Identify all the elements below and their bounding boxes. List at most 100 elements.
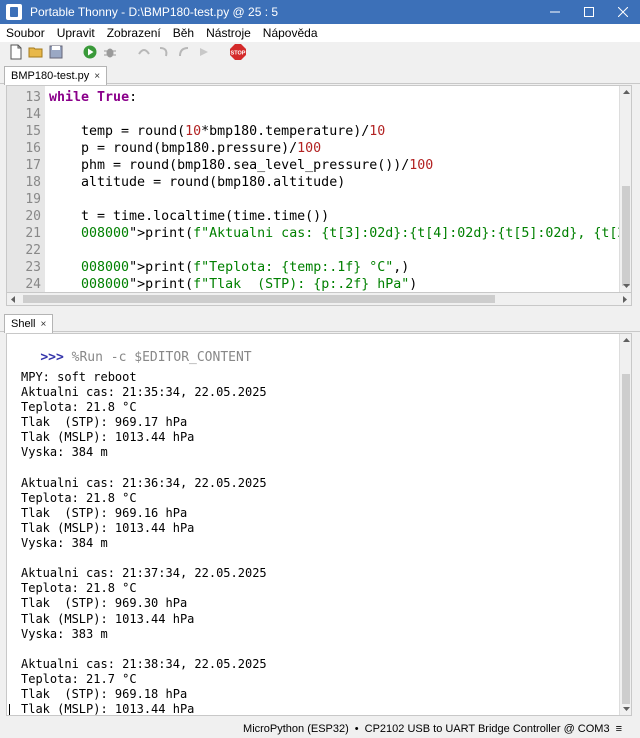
code-text: 008000">print(f"Tlak (STP): {p:.2f} hPa"… (81, 277, 418, 292)
window-title: Portable Thonny - D:\BMP180-test.py @ 25… (30, 5, 279, 19)
shell-command-line: >>> %Run -c $EDITOR_CONTENT (9, 334, 251, 365)
shell-tab-bar: Shell × (0, 312, 640, 333)
shell-scroll-down-icon[interactable] (620, 703, 631, 715)
shell-output-line: Vyska: 384 m (21, 536, 108, 551)
code-lines: 13 while True: 14 15 temp = round(10*bmp180… (7, 89, 631, 292)
code-text: p = round(bmp180.pressure)/100 (49, 141, 322, 156)
code-text: temp = round(10*bmp180.temperature)/10 (49, 124, 386, 139)
open-folder-icon (28, 47, 43, 58)
menu-icon[interactable]: ≡ (616, 723, 622, 735)
shell-prompt: >>> (40, 350, 64, 365)
shell-output-line: Aktualni cas: 21:38:34, 22.05.2025 (21, 656, 267, 671)
maximize-button[interactable] (572, 0, 606, 24)
stop-button[interactable]: STOP (230, 44, 246, 60)
scroll-right-icon[interactable] (619, 293, 631, 305)
thonny-app-icon (6, 4, 22, 20)
shell-output-line: Tlak (MSLP): 1013.44 hPa (21, 702, 195, 716)
code-text: 008000">print(f"Aktualni cas: {t[3]:02d}… (81, 226, 631, 241)
close-shell-tab-icon[interactable]: × (40, 319, 46, 330)
svg-text:STOP: STOP (231, 51, 246, 57)
code-text: while True: (49, 90, 138, 105)
step-over-button[interactable] (136, 44, 152, 60)
tab-bmp180-test[interactable]: BMP180-test.py × (4, 66, 108, 85)
editor-hscroll-thumb[interactable] (23, 295, 495, 303)
scroll-down-icon[interactable] (620, 280, 631, 292)
menu-run[interactable]: Běh (167, 24, 200, 42)
shell-output-line: Tlak (STP): 969.30 hPa (21, 596, 188, 611)
run-icon (83, 45, 97, 59)
menu-tools[interactable]: Nástroje (200, 24, 257, 42)
code-line: 19 (7, 191, 620, 208)
step-into-button[interactable] (156, 44, 172, 60)
line-number: 24 (25, 277, 41, 292)
code-text: phm = round(bmp180.sea_level_pressure())… (49, 158, 434, 173)
code-text: t = time.localtime(time.time()) (49, 209, 330, 224)
shell-output-line: Tlak (STP): 969.17 hPa (21, 415, 188, 430)
line-number: 17 (25, 158, 41, 173)
step-out-button[interactable] (176, 44, 192, 60)
shell-output-line (21, 461, 267, 476)
shell-scroll-up-icon[interactable] (620, 334, 631, 346)
menu-edit[interactable]: Upravit (51, 24, 101, 42)
line-number: 21 (25, 226, 41, 241)
line-number: 16 (25, 141, 41, 156)
shell-tab-label: Shell (11, 318, 36, 330)
shell-output-line: Tlak (MSLP): 1013.44 hPa (21, 611, 195, 626)
code-line: 22 (7, 242, 620, 259)
run-button[interactable] (82, 44, 98, 60)
code-text: 008000">print(f"Teplota: {temp:.1f} °C",… (81, 260, 410, 275)
maximize-icon (584, 7, 594, 17)
resume-button[interactable] (196, 44, 212, 60)
code-editor[interactable]: 13 while True: 14 15 temp = round(10*bmp180… (6, 85, 632, 293)
line-number: 19 (25, 192, 41, 207)
shell-vertical-scrollbar[interactable] (619, 334, 631, 715)
status-bar: MicroPython (ESP32) • CP2102 USB to UART… (0, 720, 640, 738)
close-window-button[interactable] (606, 0, 640, 24)
bug-icon (104, 48, 116, 58)
save-button[interactable] (48, 44, 64, 60)
menu-bar: Soubor Upravit Zobrazení Běh Nástroje Ná… (0, 24, 640, 42)
port-status[interactable]: CP2102 USB to UART Bridge Controller @ C… (365, 723, 610, 735)
menu-help[interactable]: Nápověda (257, 24, 324, 42)
interpreter-status[interactable]: MicroPython (ESP32) (243, 723, 349, 735)
editor-vscroll-thumb[interactable] (622, 186, 630, 286)
code-line: 17 phm = round(bmp180.sea_level_pressure… (7, 157, 620, 174)
line-number: 14 (25, 107, 41, 122)
code-line: 24 008000">print(f"Tlak (STP): {p:.2f} h… (7, 276, 620, 292)
debug-button[interactable] (102, 44, 118, 60)
shell-output-line: Vyska: 383 m (21, 626, 108, 641)
line-number: 20 (25, 209, 41, 224)
shell-output-line: Tlak (STP): 969.18 hPa (21, 686, 188, 701)
shell-output-line: Aktualni cas: 21:35:34, 22.05.2025 (21, 385, 267, 400)
close-tab-icon[interactable]: × (94, 71, 100, 82)
editor-vertical-scrollbar[interactable] (619, 86, 631, 292)
scroll-left-icon[interactable] (7, 293, 19, 305)
tab-shell[interactable]: Shell × (4, 314, 54, 333)
status-separator: • (354, 723, 359, 735)
shell-output-line: Teplota: 21.7 °C (21, 671, 137, 686)
step-over-icon (138, 49, 150, 55)
shell-command: %Run -c $EDITOR_CONTENT (71, 350, 252, 365)
title-bar: Portable Thonny - D:\BMP180-test.py @ 25… (0, 0, 640, 24)
step-into-icon (159, 47, 168, 57)
open-file-button[interactable] (28, 44, 44, 60)
shell-output-line: Vyska: 384 m (21, 445, 108, 460)
menu-view[interactable]: Zobrazení (101, 24, 167, 42)
step-out-icon (179, 47, 189, 57)
new-file-icon (10, 44, 22, 60)
scroll-up-icon[interactable] (620, 86, 631, 98)
shell-vscroll-thumb[interactable] (622, 374, 630, 704)
shell-output-line: MPY: soft reboot (21, 370, 137, 384)
line-number: 18 (25, 175, 41, 190)
editor-horizontal-scrollbar[interactable] (6, 293, 632, 306)
line-number: 22 (25, 243, 41, 258)
minimize-button[interactable] (538, 0, 572, 24)
code-text: altitude = round(bmp180.altitude) (49, 175, 346, 190)
shell-output-line: Teplota: 21.8 °C (21, 581, 137, 596)
menu-file[interactable]: Soubor (0, 24, 51, 42)
shell-panel[interactable]: >>> %Run -c $EDITOR_CONTENT MPY: soft re… (6, 333, 632, 716)
code-line: 13 while True: (7, 89, 620, 106)
new-file-button[interactable] (8, 44, 24, 60)
code-line: 18 altitude = round(bmp180.altitude) (7, 174, 620, 191)
code-line: 20 t = time.localtime(time.time()) (7, 208, 620, 225)
